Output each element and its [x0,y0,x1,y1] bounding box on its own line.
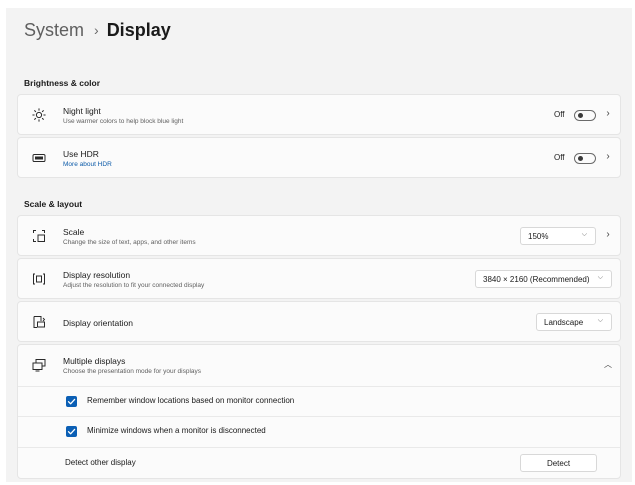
breadcrumb: System › Display [24,16,171,44]
chevron-down-icon: ⌵ [581,231,587,238]
multiple-displays-title: Multiple displays [63,356,126,366]
detect-other-display-label: Detect other display [65,458,136,467]
toggle-knob [578,113,583,118]
hdr-more-link[interactable]: More about HDR [63,160,112,169]
detect-button[interactable]: Detect [520,454,597,472]
resolution-text: Display resolution Adjust the resolution… [63,270,204,290]
page-title: Display [106,19,171,40]
orientation-row[interactable]: Display orientation Landscape ⌵ [17,301,621,342]
scale-row[interactable]: Scale Change the size of text, apps, and… [17,215,621,256]
breadcrumb-parent[interactable]: System [24,20,84,41]
scale-dropdown[interactable]: 150% ⌵ [520,227,596,245]
orientation-text: Display orientation [63,318,133,329]
night-light-text: Night light Use warmer colors to help bl… [63,106,183,126]
night-light-row[interactable]: Night light Use warmer colors to help bl… [17,94,621,135]
section-title-scale-layout: Scale & layout [24,199,83,209]
night-light-state-label: Off [554,110,565,119]
night-light-toggle[interactable] [574,110,596,121]
multiple-displays-icon [32,358,46,372]
minimize-windows-row[interactable]: Minimize windows when a monitor is disco… [18,416,620,446]
scale-desc: Change the size of text, apps, and other… [63,239,196,246]
remember-window-locations-row[interactable]: Remember window locations based on monit… [18,386,620,416]
hdr-toggle[interactable] [574,153,596,164]
scale-value: 150% [528,231,549,241]
breadcrumb-separator: › [94,22,99,38]
scale-title: Scale [63,227,85,237]
chevron-right-icon[interactable]: › [603,151,613,162]
chevron-right-icon[interactable]: › [603,229,613,240]
hdr-state-label: Off [554,153,565,162]
checkmark-icon [67,398,76,405]
scale-text: Scale Change the size of text, apps, and… [63,227,196,247]
orientation-title: Display orientation [63,318,133,328]
resolution-value: 3840 × 2160 (Recommended) [483,274,590,284]
minimize-windows-checkbox[interactable] [66,426,77,437]
resolution-title: Display resolution [63,270,131,280]
orientation-value: Landscape [544,317,584,327]
toggle-knob [578,156,583,161]
resolution-desc: Adjust the resolution to fit your connec… [63,282,205,289]
night-light-title: Night light [63,106,101,116]
sun-icon [32,108,46,122]
chevron-down-icon: ⌵ [597,274,603,281]
section-title-brightness: Brightness & color [24,78,101,88]
multiple-displays-group: Multiple displays Choose the presentatio… [17,344,621,479]
resolution-dropdown[interactable]: 3840 × 2160 (Recommended) ⌵ [475,270,612,288]
scale-icon [32,229,46,243]
chevron-down-icon: ⌵ [597,317,603,324]
multiple-displays-header[interactable]: Multiple displays Choose the presentatio… [18,345,620,386]
remember-window-locations-checkbox[interactable] [66,396,77,407]
chevron-up-icon[interactable]: ︿ [603,359,613,370]
hdr-row[interactable]: Use HDR More about HDR Off › [17,137,621,178]
settings-window: System › Display Brightness & color Nigh… [6,8,632,482]
orientation-icon [32,315,46,329]
minimize-windows-label: Minimize windows when a monitor is disco… [87,426,266,435]
remember-window-locations-label: Remember window locations based on monit… [87,396,295,405]
checkmark-icon [67,428,76,435]
multiple-displays-desc: Choose the presentation mode for your di… [63,368,202,375]
hdr-text: Use HDR More about HDR [63,149,112,169]
detect-other-display-row: Detect other display Detect [18,447,620,477]
hdr-icon [32,151,46,165]
chevron-right-icon[interactable]: › [603,108,613,119]
orientation-dropdown[interactable]: Landscape ⌵ [536,313,612,331]
resolution-row[interactable]: Display resolution Adjust the resolution… [17,258,621,299]
resolution-icon [32,272,46,286]
multiple-displays-text: Multiple displays Choose the presentatio… [63,356,201,376]
hdr-title: Use HDR [63,149,99,159]
night-light-desc: Use warmer colors to help block blue lig… [63,118,184,125]
